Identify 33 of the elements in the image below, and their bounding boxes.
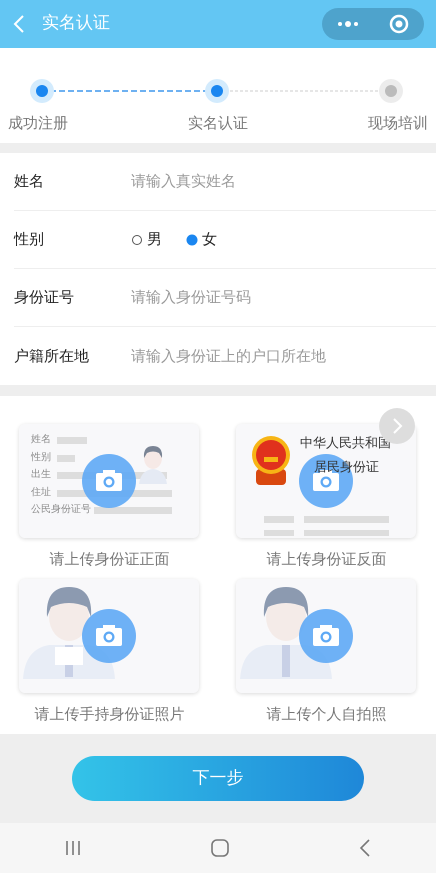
camera-icon[interactable] [299, 454, 353, 508]
upload-caption: 请上传个人自拍照 [266, 704, 388, 724]
upload-caption: 请上传身份证反面 [266, 549, 388, 570]
card-field-label: 性别 [31, 450, 52, 464]
back-icon[interactable] [12, 14, 26, 34]
more-icon[interactable] [337, 20, 359, 28]
recent-apps-icon[interactable] [65, 840, 81, 856]
step-label: 现场培训 [368, 113, 428, 134]
field-label: 户籍所在地 [14, 346, 90, 367]
field-label: 性别 [14, 229, 45, 250]
input-field[interactable]: 请输入身份证号码 [131, 286, 436, 309]
input-field[interactable]: 请输入真实姓名 [131, 170, 436, 193]
card-field-label: 姓名 [31, 433, 52, 447]
radio-option[interactable]: 女 [186, 228, 217, 251]
card-field-label: 公民身份证号 [31, 503, 91, 517]
input-field[interactable]: 请输入身份证上的户口所在地 [131, 344, 436, 368]
card-field-label: 住址 [31, 486, 52, 500]
step-label: 实名认证 [188, 113, 248, 134]
upload-caption: 请上传身份证正面 [48, 549, 170, 570]
upload-card[interactable] [236, 578, 416, 692]
upload-card[interactable] [19, 578, 199, 692]
radio-icon[interactable] [131, 234, 143, 246]
back-icon[interactable] [359, 839, 371, 857]
field-label: 身份证号 [14, 287, 75, 308]
radio-icon[interactable] [186, 234, 198, 246]
card-field-label: 出生 [31, 468, 52, 482]
close-icon[interactable] [389, 14, 409, 34]
radio-option[interactable]: 男 [131, 228, 162, 251]
upload-caption: 请上传手持身份证照片 [34, 704, 186, 724]
field-label: 姓名 [14, 171, 45, 192]
step-label: 成功注册 [8, 113, 68, 134]
home-icon[interactable] [211, 839, 229, 857]
page-title: 实名认证 [42, 12, 110, 36]
